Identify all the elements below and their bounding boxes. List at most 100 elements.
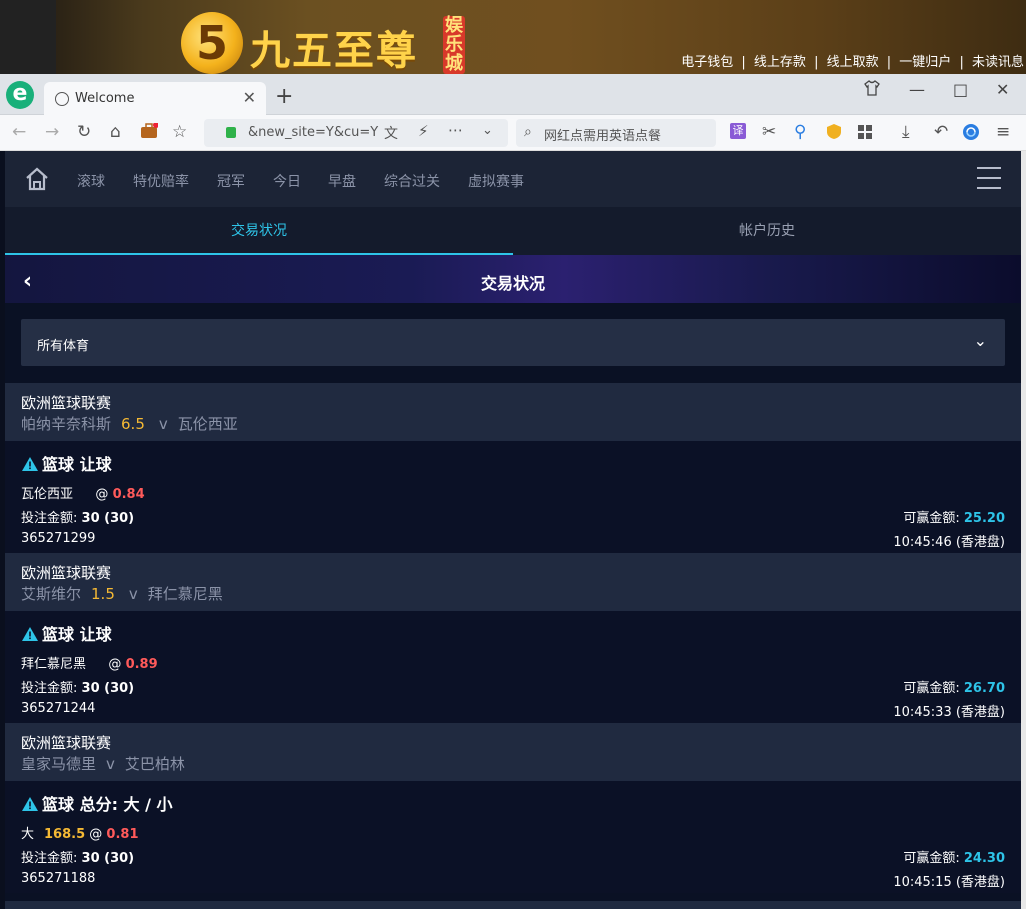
lightning-icon[interactable]: ⚡ — [418, 122, 429, 140]
away-team: 艾巴柏林 — [124, 755, 185, 773]
selection-name: 拜仁慕尼黑 — [21, 657, 87, 672]
stake-row: 投注金额: 30 (30) — [21, 677, 134, 696]
bet-details: 篮球 让球 瓦伦西亚 @ 0.84 投注金额: 30 (30) 可赢金额: 25… — [5, 441, 1021, 553]
nav-item-parlay[interactable]: 综合过关 — [384, 171, 440, 191]
browser-tab[interactable]: Welcome ✕ — [44, 82, 266, 115]
forward-arrow-icon[interactable]: → — [45, 122, 59, 142]
to-win-row: 可赢金额: 26.70 — [903, 677, 1005, 696]
browser-logo-icon[interactable]: e — [6, 81, 34, 109]
odds-value: 0.81 — [106, 827, 139, 842]
nav-item-in-play[interactable]: 滚球 — [77, 171, 105, 191]
globe-icon — [55, 92, 69, 106]
minimize-icon[interactable]: — — [909, 80, 925, 99]
browser-tab-bar: e Welcome ✕ + — □ ✕ — [0, 74, 1026, 115]
download-icon[interactable]: ⤓ — [902, 122, 910, 142]
link-one-click-transfer[interactable]: 一键归户 — [899, 55, 951, 70]
home-team: 皇家马德里 — [21, 755, 97, 773]
home-team: 艾斯维尔 — [21, 585, 82, 603]
bet-details: 篮球 让球 拜仁慕尼黑 @ 0.89 投注金额: 30 (30) 可赢金额: 2… — [5, 611, 1021, 723]
url-text: &new_site=Y&cu=Y — [248, 125, 379, 140]
sync-icon[interactable] — [962, 123, 980, 146]
search-box[interactable]: ⌕ 网红点需用英语点餐 — [516, 119, 716, 147]
bet-reference: 365271188 — [21, 871, 96, 886]
nav-item-today[interactable]: 今日 — [273, 171, 301, 191]
to-win-label: 可赢金额: — [903, 681, 960, 696]
stake-value: 30 (30) — [81, 681, 135, 696]
stake-row: 投注金额: 30 (30) — [21, 507, 134, 526]
sport-filter-select[interactable]: 所有体育 ⌄ — [21, 319, 1005, 366]
address-bar[interactable]: &new_site=Y&cu=Y 文 ⚡ ⋯ ⌄ — [204, 119, 508, 147]
hamburger-menu-icon[interactable] — [977, 167, 1001, 189]
nav-item-best-odds[interactable]: 特优赔率 — [133, 171, 189, 191]
translate-icon[interactable]: 译 — [730, 123, 746, 139]
maximize-icon[interactable]: □ — [953, 80, 968, 99]
home-team: 帕纳辛奈科斯 — [21, 415, 112, 433]
reload-icon[interactable]: ↻ — [77, 122, 91, 142]
link-unread-messages[interactable]: 未读讯息 — [972, 55, 1024, 70]
to-win-label: 可赢金额: — [903, 511, 960, 526]
new-tab-icon[interactable]: + — [275, 84, 293, 109]
home-icon[interactable] — [24, 167, 50, 191]
away-team: 拜仁慕尼黑 — [147, 585, 223, 603]
link-e-wallet[interactable]: 电子钱包 — [681, 55, 733, 70]
close-window-icon[interactable]: ✕ — [996, 80, 1009, 99]
next-bet-header-edge — [5, 901, 1021, 909]
bet-reference: 365271299 — [21, 531, 96, 546]
tab-account-history[interactable]: 帐户历史 — [513, 207, 1021, 255]
stake-value: 30 (30) — [81, 851, 135, 866]
shirt-icon[interactable] — [864, 80, 880, 100]
tab-bet-status[interactable]: 交易状况 — [5, 207, 513, 255]
to-win-row: 可赢金额: 25.20 — [903, 507, 1005, 526]
briefcase-icon[interactable] — [140, 122, 159, 144]
apps-grid-icon[interactable] — [858, 124, 872, 144]
page-content: 滚球 特优赔率 冠军 今日 早盘 综合过关 虚拟赛事 交易状况 帐户历史 ‹ 交… — [5, 151, 1021, 909]
chevron-down-icon[interactable]: ⌄ — [482, 123, 493, 138]
at-sign: @ — [95, 487, 109, 502]
nav-item-early[interactable]: 早盘 — [328, 171, 356, 191]
tab-close-icon[interactable]: ✕ — [243, 88, 256, 107]
main-nav: 滚球 特优赔率 冠军 今日 早盘 综合过关 虚拟赛事 — [5, 151, 1021, 207]
warning-icon — [22, 797, 38, 811]
league-name: 欧洲篮球联赛 — [21, 734, 112, 752]
handicap-value: 1.5 — [91, 585, 115, 603]
translate-page-icon[interactable]: 文 — [384, 123, 398, 143]
more-icon[interactable]: ⋯ — [448, 121, 463, 139]
league-name: 欧洲篮球联赛 — [21, 394, 112, 412]
bet-details: 篮球 总分: 大 / 小 大 168.5 @ 0.81 投注金额: 30 (30)… — [5, 781, 1021, 893]
home-icon[interactable]: ⌂ — [110, 122, 121, 142]
bet-time: 10:45:46 (香港盘) — [893, 535, 1005, 550]
nav-item-virtual[interactable]: 虚拟赛事 — [468, 171, 524, 191]
handicap-value: 6.5 — [121, 415, 145, 433]
menu-icon[interactable]: ≡ — [996, 122, 1010, 142]
link-separator: | — [886, 55, 892, 70]
match-teams: 皇家马德里 v 艾巴柏林 — [21, 753, 185, 774]
link-deposit[interactable]: 线上存款 — [754, 55, 806, 70]
brand-logo-badge: 娱乐城 — [443, 15, 465, 74]
page-scrollbar[interactable] — [1021, 151, 1026, 909]
match-teams: 帕纳辛奈科斯 6.5 v 瓦伦西亚 — [21, 413, 238, 434]
bet-type: 篮球 总分: 大 / 小 — [21, 791, 173, 815]
account-links: 电子钱包 | 线上存款 | 线上取款 | 一键归户 | 未读讯息 — [679, 51, 1026, 70]
at-sign: @ — [108, 657, 122, 672]
page-header: ‹ 交易状况 — [5, 255, 1021, 303]
link-withdraw[interactable]: 线上取款 — [827, 55, 879, 70]
bet-type-label: 篮球 让球 — [42, 455, 112, 474]
versus-label: v — [106, 755, 115, 773]
secure-lock-icon — [226, 127, 236, 138]
shield-icon[interactable] — [826, 123, 842, 145]
bet-reference: 365271244 — [21, 701, 96, 716]
scissors-icon[interactable]: ✂ — [762, 122, 776, 142]
stake-label: 投注金额: — [21, 511, 78, 526]
bet-type-label: 篮球 总分: 大 / 小 — [42, 795, 173, 814]
undo-icon[interactable]: ↶ — [934, 122, 948, 142]
favorites-star-icon[interactable]: ☆ — [172, 122, 187, 142]
brand-logo-mark: 5 — [181, 12, 243, 74]
to-win-row: 可赢金额: 24.30 — [903, 847, 1005, 866]
back-arrow-icon[interactable]: ← — [12, 122, 26, 142]
nav-item-outrights[interactable]: 冠军 — [217, 171, 245, 191]
to-win-label: 可赢金额: — [903, 851, 960, 866]
bet-selection: 拜仁慕尼黑 @ 0.89 — [21, 653, 158, 672]
to-win-value: 26.70 — [963, 681, 1005, 696]
bet-header: 欧洲篮球联赛 艾斯维尔 1.5 v 拜仁慕尼黑 — [5, 553, 1021, 611]
magnifier-icon[interactable]: ⚲ — [794, 122, 806, 142]
